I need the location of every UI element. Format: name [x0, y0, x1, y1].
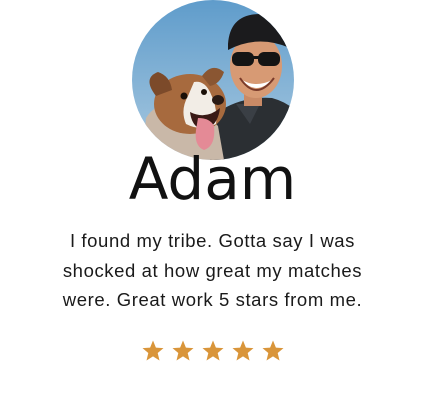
review-text: I found my tribe. Gotta say I was shocke…: [62, 230, 363, 310]
star-rating: [0, 339, 425, 363]
testimonial-card: Adam I found my tribe. Gotta say I was s…: [0, 0, 425, 400]
star-icon: [142, 340, 163, 361]
star-icon: [262, 340, 283, 361]
reviewer-name: Adam: [128, 145, 297, 213]
star-icon: [172, 340, 193, 361]
star-icon: [232, 340, 253, 361]
avatar-photo: [132, 0, 294, 160]
avatar: [132, 0, 294, 160]
star-icon: [202, 340, 223, 361]
